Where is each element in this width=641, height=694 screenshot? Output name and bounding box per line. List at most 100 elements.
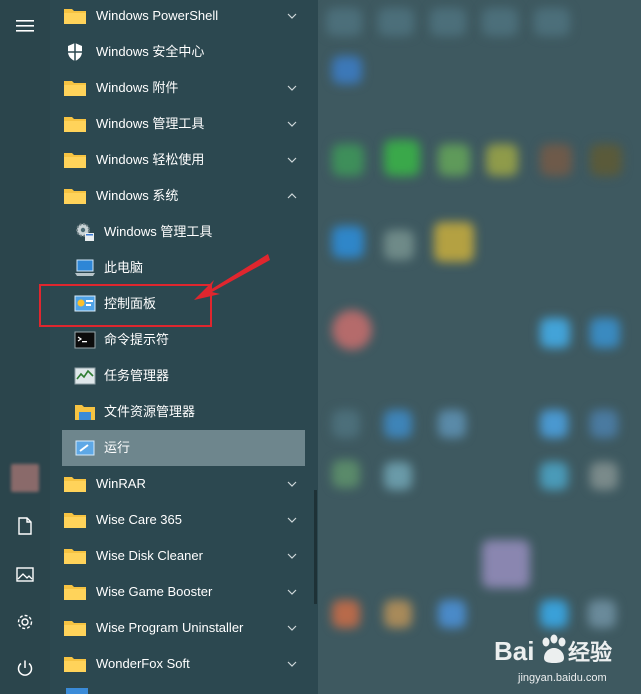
tile[interactable] (384, 462, 412, 490)
tile[interactable] (384, 230, 414, 260)
tile[interactable] (438, 410, 466, 438)
tile[interactable] (378, 8, 414, 36)
tile[interactable] (540, 410, 568, 438)
app-item-label: 命令提示符 (104, 332, 170, 347)
app-item-windows-ease-of-access[interactable]: Windows 轻松使用 (50, 142, 312, 178)
folder-icon (62, 113, 88, 135)
tile[interactable] (482, 540, 530, 588)
tile[interactable] (332, 56, 362, 84)
hamburger-menu-icon (16, 20, 34, 32)
chevron-down-icon[interactable] (286, 10, 298, 22)
app-item-command-prompt[interactable]: 命令提示符 (50, 322, 312, 358)
power-icon (17, 660, 33, 676)
tile[interactable] (590, 318, 620, 348)
app-item-file-explorer[interactable]: 文件资源管理器 (50, 394, 312, 430)
app-item-label: Windows 系统 (96, 188, 179, 203)
tile[interactable] (384, 410, 412, 438)
tile[interactable] (438, 600, 466, 628)
pictures-button[interactable] (0, 552, 50, 596)
tile[interactable] (430, 8, 466, 36)
app-item-task-manager[interactable]: 任务管理器 (50, 358, 312, 394)
pictures-icon (16, 566, 34, 582)
tile[interactable] (482, 8, 518, 36)
app-item-label: WonderFox Soft (96, 656, 190, 671)
tile[interactable] (434, 222, 474, 262)
app-item-label: Windows PowerShell (96, 8, 219, 23)
chevron-up-icon[interactable] (286, 190, 298, 202)
chevron-down-icon[interactable] (286, 658, 298, 670)
app-item-wonderfox-soft[interactable]: WonderFox Soft (50, 646, 312, 682)
explorer-icon (72, 401, 98, 423)
app-item-label: Windows 附件 (96, 80, 179, 95)
app-item-run[interactable]: 运行 (62, 430, 305, 466)
tile[interactable] (540, 462, 568, 490)
app-item-windows-admin-tools-folder[interactable]: Windows 管理工具 (50, 106, 312, 142)
chevron-down-icon[interactable] (286, 478, 298, 490)
app-item-label: Windows 管理工具 (96, 116, 205, 131)
tile[interactable] (332, 460, 360, 488)
tile[interactable] (332, 310, 372, 350)
tile[interactable] (540, 318, 570, 348)
app-item-windows-system[interactable]: Windows 系统 (50, 178, 312, 214)
document-icon (18, 517, 32, 535)
settings-button[interactable] (0, 600, 50, 644)
annotation-arrow-icon (194, 254, 270, 300)
folder-icon (62, 545, 88, 567)
app-item-winrar[interactable]: WinRAR (50, 466, 312, 502)
folder-icon (62, 149, 88, 171)
computer-icon (72, 257, 98, 279)
app-item-windows-accessories[interactable]: Windows 附件 (50, 70, 312, 106)
folder-icon (62, 5, 88, 27)
app-list: Windows PowerShell Windows 安全中心 Windows … (50, 0, 318, 694)
app-item-label: 运行 (104, 440, 131, 455)
chevron-down-icon[interactable] (286, 550, 298, 562)
chevron-down-icon[interactable] (286, 514, 298, 526)
tile[interactable] (384, 140, 420, 176)
tile[interactable] (590, 144, 622, 176)
cmd-icon (72, 329, 98, 351)
tile[interactable] (326, 8, 362, 36)
tile[interactable] (590, 410, 618, 438)
watermark-url: jingyan.baidu.com (518, 672, 607, 684)
app-item-label: Wise Care 365 (96, 512, 182, 527)
tile[interactable] (590, 462, 618, 490)
tile[interactable] (332, 410, 360, 438)
app-item-label: Wise Disk Cleaner (96, 548, 203, 563)
tile[interactable] (534, 8, 570, 36)
folder-icon (62, 185, 88, 207)
folder-icon (62, 473, 88, 495)
chevron-down-icon[interactable] (286, 586, 298, 598)
watermark-brand-suffix: 经验 (568, 640, 612, 666)
user-account-button[interactable] (0, 456, 50, 500)
list-scrollbar[interactable] (314, 490, 317, 604)
tile[interactable] (332, 600, 360, 628)
chevron-down-icon[interactable] (286, 82, 298, 94)
hamburger-menu-button[interactable] (0, 4, 50, 48)
folder-icon (62, 77, 88, 99)
app-item-wise-program-uninstaller[interactable]: Wise Program Uninstaller (50, 610, 312, 646)
app-item-wise-disk-cleaner[interactable]: Wise Disk Cleaner (50, 538, 312, 574)
app-item-windows-admin-tools[interactable]: Windows 管理工具 (50, 214, 312, 250)
app-item-label: 任务管理器 (104, 368, 170, 383)
tile[interactable] (384, 600, 412, 628)
tile[interactable] (540, 144, 572, 176)
tile[interactable] (332, 144, 364, 176)
app-item-windows-powershell[interactable]: Windows PowerShell (50, 0, 312, 34)
app-item-wise-care-365[interactable]: Wise Care 365 (50, 502, 312, 538)
start-menu-rail (0, 0, 50, 694)
folder-icon (62, 653, 88, 675)
chevron-down-icon[interactable] (286, 154, 298, 166)
app-item-wise-game-booster[interactable]: Wise Game Booster (50, 574, 312, 610)
app-item-label: 此电脑 (104, 260, 144, 275)
tile[interactable] (486, 144, 518, 176)
chevron-down-icon[interactable] (286, 118, 298, 130)
app-item-windows-security[interactable]: Windows 安全中心 (50, 34, 312, 70)
folder-icon (62, 509, 88, 531)
tile[interactable] (332, 226, 364, 258)
app-item-label: 文件资源管理器 (104, 404, 196, 419)
user-avatar (11, 464, 39, 492)
documents-button[interactable] (0, 504, 50, 548)
chevron-down-icon[interactable] (286, 622, 298, 634)
power-button[interactable] (0, 646, 50, 690)
tile[interactable] (438, 144, 470, 176)
